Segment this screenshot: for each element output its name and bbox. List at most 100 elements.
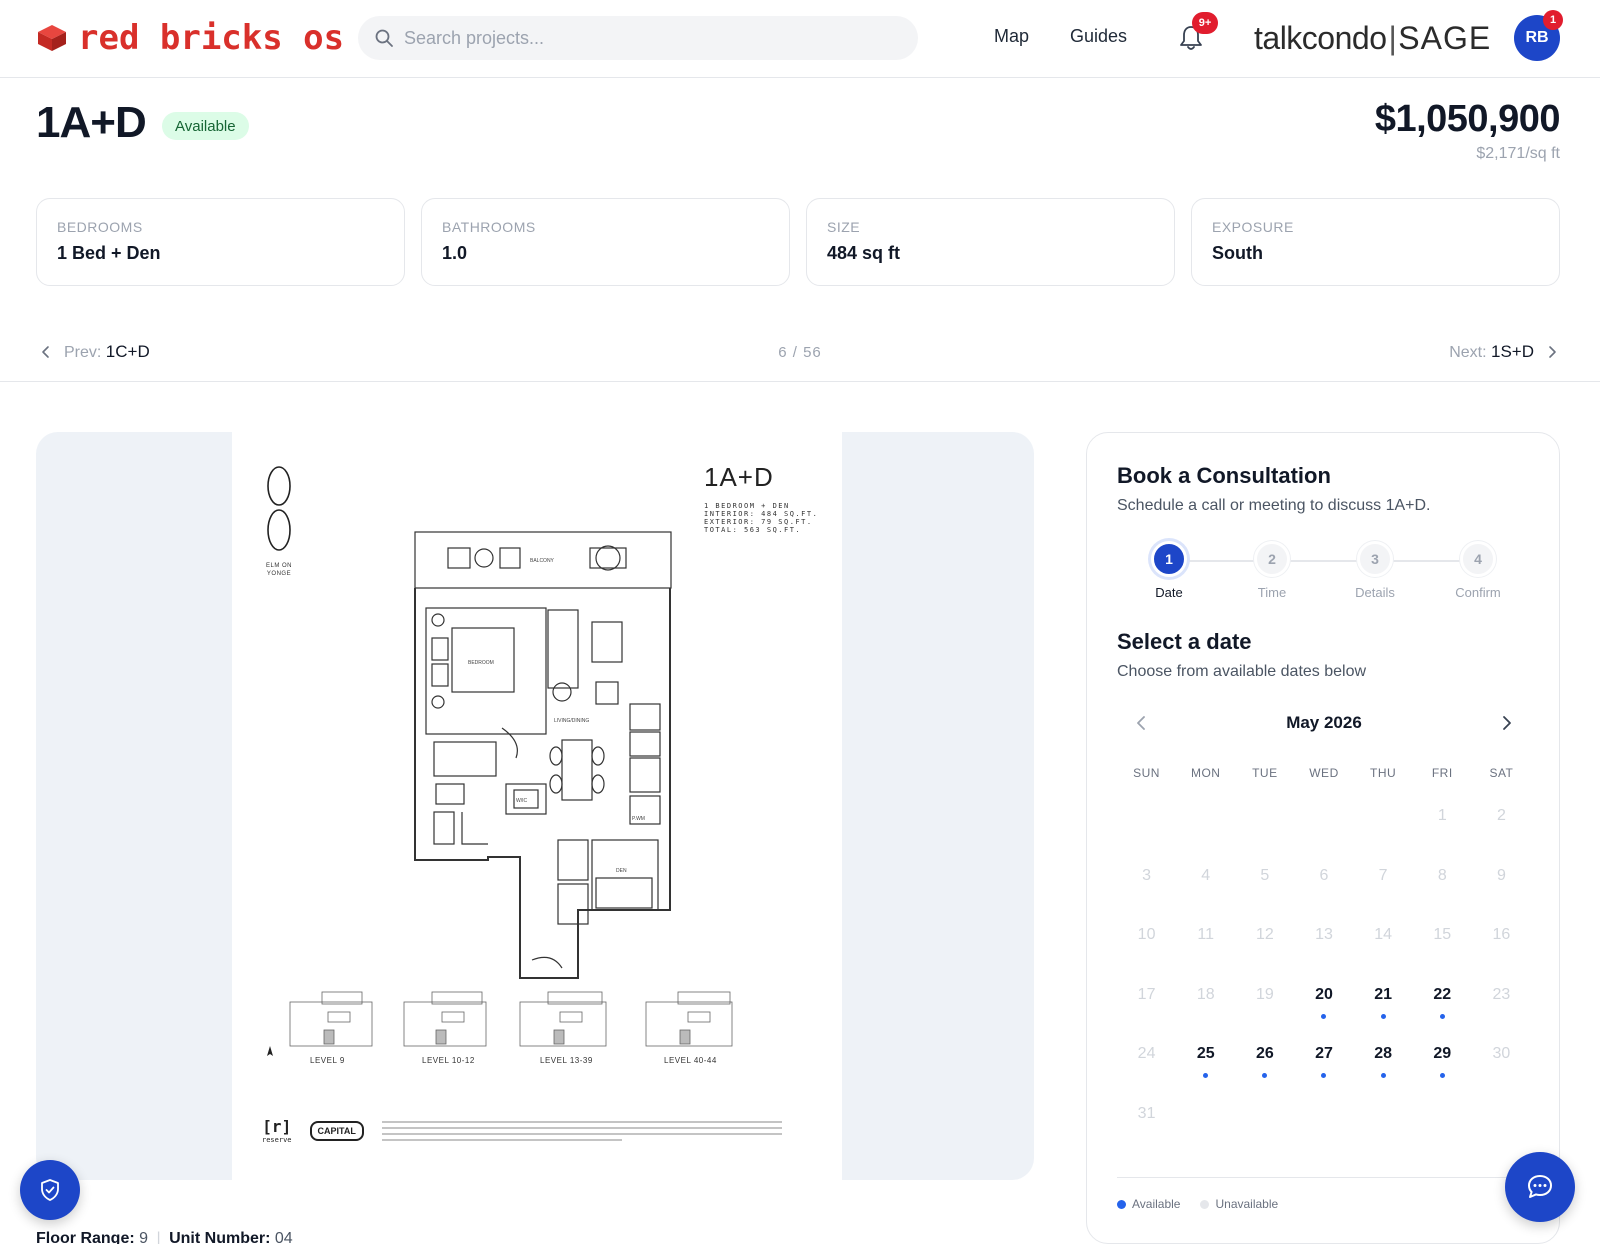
pager-count: 6 / 56: [778, 344, 822, 361]
key-plan-level-40-44: [645, 991, 733, 1047]
calendar-day-unavailable: 4: [1201, 866, 1211, 884]
floorplan-viewer[interactable]: ELM ON YONGE 1A+D 1 BEDROOM + DEN INTERI…: [36, 432, 1034, 1180]
calendar-day-unavailable: 16: [1492, 926, 1511, 943]
plan-spec: 1 BEDROOM + DEN INTERIOR: 484 SQ.FT. EXT…: [704, 502, 818, 534]
key-plan-level-10-12: [403, 991, 487, 1047]
stat-value: 484 sq ft: [827, 243, 901, 263]
spec-line: EXTERIOR: 79 SQ.FT.: [704, 518, 813, 526]
logo-text: red bricks os: [78, 18, 345, 58]
disclaimer-text-block: [381, 1121, 782, 1141]
step-label: Date: [1155, 585, 1183, 600]
calendar-day-unavailable: 3: [1142, 866, 1152, 884]
legend-unavailable: Unavailable: [1200, 1197, 1278, 1211]
partner-left-text: talkcondo: [1254, 20, 1387, 56]
spec-line: TOTAL: 563 SQ.FT.: [704, 526, 802, 534]
calendar-divider: [1117, 1177, 1531, 1178]
legend-available: Available: [1117, 1197, 1180, 1211]
room-label: LIVING/DINING: [554, 718, 589, 724]
plan-footer: [r] reserve CAPITAL: [262, 1118, 782, 1144]
key-plan-level-13-39: [519, 991, 607, 1047]
stat-card-exposure: EXPOSURE South: [1191, 198, 1560, 286]
calendar-day-available[interactable]: 22: [1413, 970, 1472, 1030]
room-label: BALCONY: [530, 558, 555, 564]
unit-stats: BEDROOMS 1 Bed + Den BATHROOMS 1.0 SIZE …: [36, 198, 1560, 286]
chat-button[interactable]: [1505, 1152, 1575, 1222]
status-badge: Available: [162, 112, 249, 140]
brick-logo-icon: [38, 25, 66, 51]
weekday-header: MON: [1190, 766, 1221, 780]
stat-card-size: SIZE 484 sq ft: [806, 198, 1175, 286]
step-label: Time: [1257, 585, 1287, 600]
unavailable-dot-icon: [1200, 1199, 1210, 1209]
calendar-day-unavailable: 1: [1437, 807, 1447, 824]
logo[interactable]: red bricks os: [36, 18, 344, 58]
step-confirm[interactable]: 4 Confirm: [1426, 541, 1530, 600]
floor-range-value: 9: [139, 1230, 149, 1244]
calendar-day-available[interactable]: 20: [1294, 970, 1353, 1030]
chevron-right-icon[interactable]: [1497, 713, 1517, 733]
step-date[interactable]: 1 Date: [1117, 541, 1221, 600]
booking-steps: 1 Date 2 Time 3 Details 4 Confirm: [1117, 541, 1531, 611]
step-number: 4: [1460, 541, 1496, 577]
floorplan-sheet: ELM ON YONGE 1A+D 1 BEDROOM + DEN INTERI…: [232, 432, 842, 1180]
security-button[interactable]: [20, 1160, 80, 1220]
step-details[interactable]: 3 Details: [1323, 541, 1427, 600]
step-number: 3: [1357, 541, 1393, 577]
level-label: LEVEL 13-39: [540, 1056, 593, 1065]
level-label: LEVEL 10-12: [422, 1056, 475, 1065]
select-date-title: Select a date: [1117, 629, 1252, 654]
key-plan-level-9: [289, 991, 373, 1047]
available-dot-icon: [1117, 1199, 1126, 1209]
calendar-day-unavailable: 7: [1378, 866, 1388, 884]
search-input[interactable]: [404, 27, 884, 49]
unit-price: $1,050,900: [1374, 98, 1561, 140]
calendar-day-unavailable: 19: [1255, 985, 1274, 1003]
floor-info-separator: |: [156, 1230, 161, 1244]
calendar-day-available[interactable]: 21: [1354, 970, 1413, 1030]
calendar-blank: [1117, 791, 1176, 851]
weekday-header: SUN: [1133, 766, 1160, 780]
booking-title: Book a Consultation: [1117, 463, 1331, 488]
stat-card-bedrooms: BEDROOMS 1 Bed + Den: [36, 198, 405, 286]
floor-range-label: Floor Range:: [36, 1230, 135, 1244]
booking-card: Book a Consultation Schedule a call or m…: [1086, 432, 1560, 1244]
step-label: Details: [1355, 585, 1395, 600]
calendar-day-available[interactable]: 26: [1235, 1029, 1294, 1089]
stat-value: South: [1212, 243, 1263, 263]
weekday-header: WED: [1309, 766, 1339, 780]
notification-badge: 9+: [1192, 12, 1218, 34]
calendar-day-unavailable: 14: [1374, 926, 1393, 943]
nav-map-link[interactable]: Map: [994, 26, 1029, 47]
calendar-grid: SUN MON TUE WED THU FRI SAT 1 2 3 4 5 6 7 8 9 10 11 12 13 14…: [1117, 755, 1531, 1148]
partner-right-text: SAGE: [1398, 20, 1492, 56]
calendar-day-available[interactable]: 28: [1354, 1029, 1413, 1089]
search-bar[interactable]: [358, 16, 918, 60]
level-label: LEVEL 9: [310, 1056, 345, 1065]
next-unit-link[interactable]: Next: 1S+D: [1449, 342, 1560, 362]
room-label: P.WM: [632, 816, 645, 822]
unit-title: 1A+D: [36, 98, 147, 147]
step-number: 1: [1151, 541, 1187, 577]
step-time[interactable]: 2 Time: [1220, 541, 1324, 600]
nav-guides-link[interactable]: Guides: [1070, 26, 1127, 47]
stat-label: EXPOSURE: [1212, 219, 1294, 235]
avatar-badge: 1: [1543, 10, 1563, 30]
calendar-day-unavailable: 11: [1197, 926, 1215, 943]
calendar-legend: Available Unavailable: [1117, 1197, 1278, 1211]
calendar-header: May 2026: [1117, 705, 1531, 741]
stat-value: 1.0: [442, 243, 468, 263]
calendar-blank: [1235, 791, 1294, 851]
calendar-month: May 2026: [1286, 713, 1362, 732]
reserve-mark: [r]: [262, 1117, 292, 1136]
partner-logo: talkcondo|SAGE: [1254, 18, 1491, 58]
stat-value: 1 Bed + Den: [57, 243, 161, 263]
weekday-header: FRI: [1431, 766, 1453, 780]
weekday-header: TUE: [1252, 766, 1278, 780]
calendar-day-available[interactable]: 25: [1176, 1029, 1235, 1089]
calendar-day-available[interactable]: 29: [1413, 1029, 1472, 1089]
step-label: Confirm: [1455, 585, 1501, 600]
calendar-day-available[interactable]: 27: [1294, 1029, 1353, 1089]
next-label: Next:: [1449, 344, 1487, 361]
weekday-header: SAT: [1489, 766, 1514, 780]
next-unit-name: 1S+D: [1491, 342, 1534, 361]
